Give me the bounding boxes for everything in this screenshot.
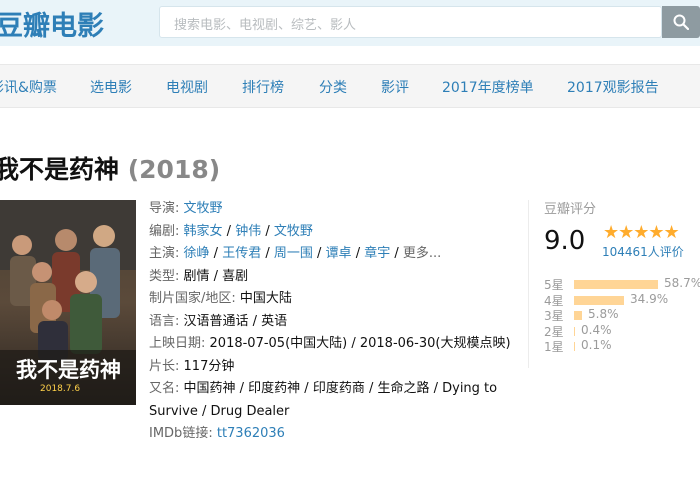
rating-bar: [574, 311, 582, 320]
nav-item-reviews[interactable]: 影评: [381, 77, 409, 97]
rating-bar: [574, 326, 575, 336]
info-imdb: IMDb链接: tt7362036: [149, 426, 285, 441]
search-button[interactable]: [662, 6, 700, 38]
rating-row-5: 5星 58.7%: [544, 276, 700, 292]
nav-item-categories[interactable]: 分类: [319, 77, 347, 97]
rating-bar: [574, 280, 658, 289]
rating-row-percent: 0.1%: [581, 338, 612, 352]
cast-link[interactable]: 章宇: [364, 246, 390, 261]
movie-year: (2018): [127, 155, 221, 184]
cast-link[interactable]: 徐峥: [184, 246, 210, 261]
release-value: 2018-07-05(中国大陆) / 2018-06-30(大规模点映): [209, 336, 511, 351]
rating-bar: [574, 342, 575, 351]
info-cast: 主演: 徐峥 / 王传君 / 周一围 / 谭卓 / 章宇 / 更多...: [149, 246, 442, 261]
rating-row-percent: 34.9%: [630, 291, 669, 306]
rating-row-label: 3星: [544, 309, 564, 323]
rating-row-4: 4星 34.9%: [544, 292, 700, 308]
rating-row-3: 3星 5.8%: [544, 307, 700, 323]
writer-link[interactable]: 钟伟: [235, 224, 261, 239]
search-icon: [673, 14, 689, 30]
main-nav: 影讯&购票 选电影 电视剧 排行榜 分类 影评 2017年度榜单 2017观影报…: [0, 64, 700, 108]
cast-link[interactable]: 王传君: [222, 246, 261, 261]
cast-more-link[interactable]: 更多...: [403, 246, 441, 261]
rating-row-percent: 58.7%: [664, 276, 700, 290]
rating-title: 豆瓣评分: [544, 202, 597, 217]
rating-row-label: 2星: [544, 324, 564, 339]
director-link[interactable]: 文牧野: [184, 201, 223, 216]
nav-item-2017-report[interactable]: 2017观影报告: [567, 77, 659, 97]
site-logo[interactable]: 豆瓣电影: [0, 4, 104, 43]
rating-row-percent: 0.4%: [581, 322, 612, 337]
nav-item-rankings[interactable]: 排行榜: [242, 77, 284, 97]
nav-item-2017-list[interactable]: 2017年度榜单: [442, 77, 534, 97]
info-writers: 编剧: 韩家女 / 钟伟 / 文牧野: [149, 223, 313, 239]
rating-panel: 豆瓣评分 9.0 ★★★★★ 104461人评价 5星 58.7% 4星 34.…: [544, 198, 700, 354]
top-bar: 豆瓣电影 搜索电影、电视剧、综艺、影人: [0, 0, 700, 46]
movie-title: 我不是药神: [0, 155, 120, 184]
poster-date-text: 2018.7.6: [40, 384, 81, 394]
rating-votes-link[interactable]: 104461人评价: [602, 243, 684, 260]
page-title: 我不是药神 (2018): [0, 150, 220, 186]
search-input[interactable]: 搜索电影、电视剧、综艺、影人: [159, 6, 662, 38]
divider: [528, 200, 529, 368]
info-country: 制片国家/地区: 中国大陆: [149, 291, 292, 306]
movie-info: 导演: 文牧野 编剧: 韩家女 / 钟伟 / 文牧野 主演: 徐峥 / 王传君 …: [149, 198, 519, 446]
movie-poster[interactable]: 我不是药神 2018.7.6: [0, 200, 136, 405]
country-value: 中国大陆: [239, 291, 292, 306]
rating-distribution: 5星 58.7% 4星 34.9% 3星 5.8% 2星 0.4% 1星 0.1…: [544, 276, 700, 354]
rating-stars-icon: ★★★★★: [603, 222, 680, 243]
runtime-value: 117分钟: [183, 358, 235, 374]
rating-row-1: 1星 0.1%: [544, 338, 700, 354]
nav-item-showtimes[interactable]: 影讯&购票: [0, 77, 57, 97]
language-value: 汉语普通话 / 英语: [183, 313, 288, 329]
info-release: 上映日期: 2018-07-05(中国大陆) / 2018-06-30(大规模点…: [149, 336, 511, 351]
writer-link[interactable]: 文牧野: [274, 224, 313, 239]
poster-title-text: 我不是药神: [16, 357, 121, 382]
info-runtime: 片长: 117分钟: [149, 358, 235, 374]
info-aka: 又名: 中国药神 / 印度药神 / 印度药商 / 生命之路 / Dying to…: [149, 381, 498, 419]
nav-item-tv[interactable]: 电视剧: [166, 77, 208, 97]
rating-score: 9.0: [544, 226, 586, 256]
search-placeholder: 搜索电影、电视剧、综艺、影人: [174, 18, 357, 33]
imdb-link[interactable]: tt7362036: [217, 426, 285, 441]
genre-value: 剧情 / 喜剧: [183, 268, 249, 284]
info-genre: 类型: 剧情 / 喜剧: [149, 268, 249, 284]
cast-link[interactable]: 周一围: [274, 246, 313, 261]
nav-item-choose-movie[interactable]: 选电影: [90, 77, 132, 97]
rating-bar: [574, 295, 624, 305]
rating-row-percent: 5.8%: [588, 307, 619, 321]
info-director: 导演: 文牧野: [149, 201, 223, 216]
cast-link[interactable]: 谭卓: [326, 246, 352, 261]
info-language: 语言: 汉语普通话 / 英语: [149, 313, 288, 329]
rating-row-label: 4星: [544, 293, 564, 308]
writer-link[interactable]: 韩家女: [184, 224, 223, 239]
rating-row-label: 5星: [544, 278, 564, 292]
aka-value: 中国药神 / 印度药神 / 印度药商 / 生命之路 / Dying to Sur…: [149, 381, 498, 419]
rating-row-label: 1星: [544, 340, 564, 354]
rating-row-2: 2星 0.4%: [544, 323, 700, 339]
